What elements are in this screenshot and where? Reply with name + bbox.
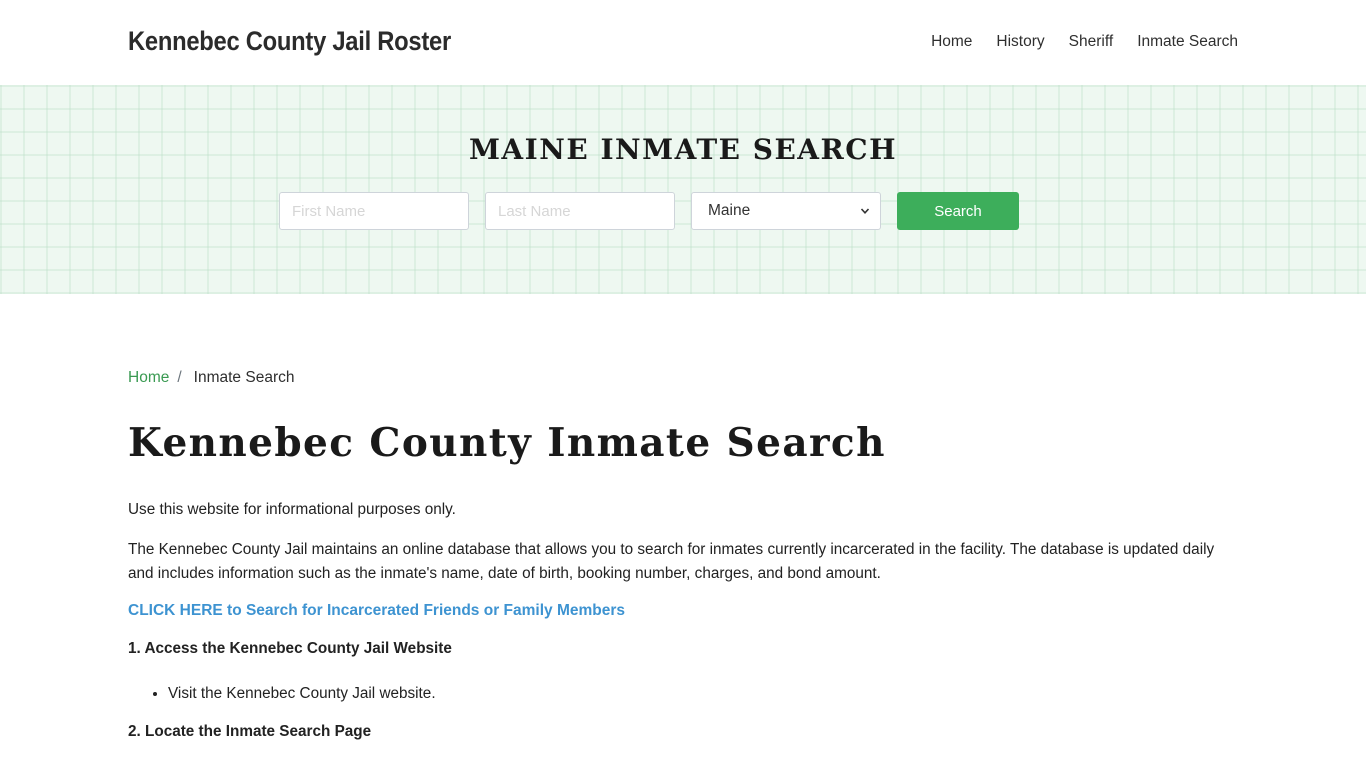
search-hero: MAINE INMATE SEARCH Maine Search: [0, 85, 1366, 294]
hero-title: MAINE INMATE SEARCH: [468, 133, 898, 166]
main-nav: Home History Sheriff Inmate Search: [907, 33, 1238, 51]
last-name-input[interactable]: [485, 192, 675, 230]
inmate-search-form: Maine Search: [279, 192, 1019, 230]
list-item: Visit the Kennebec County Jail website.: [168, 685, 436, 703]
search-button[interactable]: Search: [897, 192, 1019, 230]
step-heading: 1. Access the Kennebec County Jail Websi…: [128, 640, 452, 657]
state-select-value: Maine: [708, 202, 751, 219]
intro-text: Use this website for informational purpo…: [128, 501, 456, 518]
nav-sheriff[interactable]: Sheriff: [1069, 33, 1114, 51]
breadcrumb-current: Inmate Search: [193, 369, 295, 386]
search-friends-family-link[interactable]: CLICK HERE to Search for Incarcerated Fr…: [128, 602, 625, 620]
nav-history[interactable]: History: [996, 33, 1044, 51]
nav-home[interactable]: Home: [931, 33, 972, 51]
chevron-down-icon: [860, 208, 870, 214]
breadcrumb-separator: /: [177, 369, 182, 386]
page-title: Kennebec County Inmate Search: [128, 420, 886, 466]
description-text: The Kennebec County Jail maintains an on…: [128, 541, 1215, 582]
breadcrumb: Home / Inmate Search: [128, 369, 294, 387]
step-bullet-list: Visit the Kennebec County Jail website.: [168, 685, 436, 703]
site-brand-link[interactable]: Kennebec County Jail Roster: [128, 26, 451, 57]
first-name-input[interactable]: [279, 192, 469, 230]
breadcrumb-home-link[interactable]: Home: [128, 369, 169, 387]
step-heading: 2. Locate the Inmate Search Page: [128, 723, 372, 740]
state-select[interactable]: Maine: [691, 192, 881, 230]
top-navbar: Kennebec County Jail Roster Home History…: [0, 0, 1366, 85]
nav-inmate-search[interactable]: Inmate Search: [1137, 33, 1238, 51]
